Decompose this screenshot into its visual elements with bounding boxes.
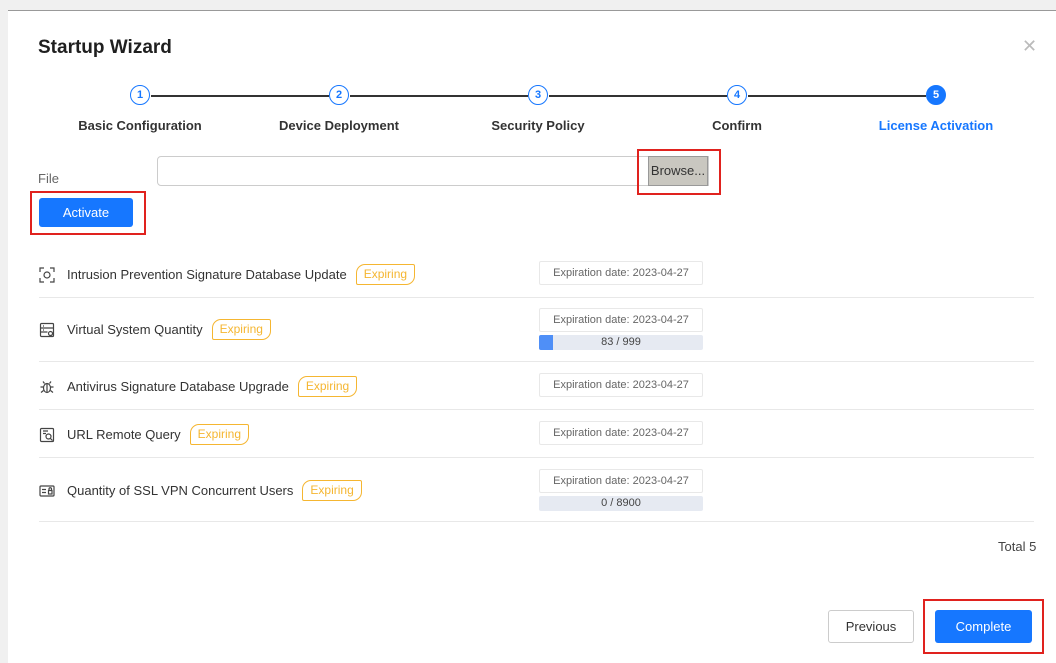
dialog-title: Startup Wizard (38, 37, 172, 58)
file-label: File (38, 171, 59, 186)
browse-button[interactable]: Browse... (648, 156, 708, 186)
bug-icon (39, 379, 55, 395)
step-4-number: 4 (727, 85, 747, 105)
step-3-number: 3 (528, 85, 548, 105)
expiring-badge: Expiring (189, 424, 250, 445)
expiring-badge: Expiring (302, 480, 362, 501)
expiring-badge: Expiring (355, 264, 416, 285)
step-connector (549, 95, 727, 97)
expiring-badge: Expiring (297, 376, 358, 397)
step-5-label: License Activation (878, 118, 994, 133)
license-row: URL Remote Query Expiring Expiration dat… (39, 410, 1034, 458)
license-list: Intrusion Prevention Signature Database … (39, 251, 1034, 522)
url-query-icon (39, 427, 55, 443)
step-1-number: 1 (130, 85, 150, 105)
wizard-steps: 1 2 3 4 5 Basic Configuration Device Dep… (8, 85, 1056, 145)
quota-text: 0 / 8900 (601, 497, 641, 509)
step-1-label: Basic Configuration (78, 118, 202, 133)
license-name: Quantity of SSL VPN Concurrent Users (67, 483, 294, 498)
step-connector (151, 95, 329, 97)
step-connector (350, 95, 528, 97)
close-icon[interactable]: ✕ (1022, 37, 1037, 55)
complete-button[interactable]: Complete (935, 610, 1032, 643)
license-row: Intrusion Prevention Signature Database … (39, 251, 1034, 298)
total-count: Total 5 (998, 539, 1037, 554)
expiration-date: Expiration date: 2023-04-27 (539, 421, 703, 445)
expiration-date: Expiration date: 2023-04-27 (539, 308, 703, 332)
license-name: Antivirus Signature Database Upgrade (67, 379, 289, 394)
file-path-input[interactable] (157, 156, 709, 186)
step-connector (748, 95, 926, 97)
license-row: Antivirus Signature Database Upgrade Exp… (39, 362, 1034, 410)
license-name: Intrusion Prevention Signature Database … (67, 267, 347, 282)
expiration-date: Expiration date: 2023-04-27 (539, 373, 703, 397)
quota-fill (539, 335, 553, 350)
step-5-number: 5 (926, 85, 946, 105)
step-4-label: Confirm (712, 118, 762, 133)
step-2-number: 2 (329, 85, 349, 105)
quota-text: 83 / 999 (601, 336, 641, 348)
ssl-vpn-icon (39, 483, 55, 499)
quota-progress-bar: 0 / 8900 (539, 496, 703, 511)
activate-button[interactable]: Activate (39, 198, 133, 227)
quota-progress-bar: 83 / 999 (539, 335, 703, 350)
startup-wizard-dialog: Startup Wizard ✕ 1 2 3 4 5 Basic Configu… (8, 10, 1056, 663)
step-2-label: Device Deployment (279, 118, 399, 133)
expiration-date: Expiration date: 2023-04-27 (539, 261, 703, 285)
expiring-badge: Expiring (211, 319, 271, 340)
expiration-date: Expiration date: 2023-04-27 (539, 469, 703, 493)
previous-button[interactable]: Previous (828, 610, 914, 643)
license-row: Quantity of SSL VPN Concurrent Users Exp… (39, 458, 1034, 522)
license-name: Virtual System Quantity (67, 322, 203, 337)
license-name: URL Remote Query (67, 427, 181, 442)
license-row: Virtual System Quantity Expiring Expirat… (39, 298, 1034, 362)
virtual-system-icon (39, 322, 55, 338)
signature-scan-icon (39, 266, 55, 283)
step-3-label: Security Policy (491, 118, 585, 133)
